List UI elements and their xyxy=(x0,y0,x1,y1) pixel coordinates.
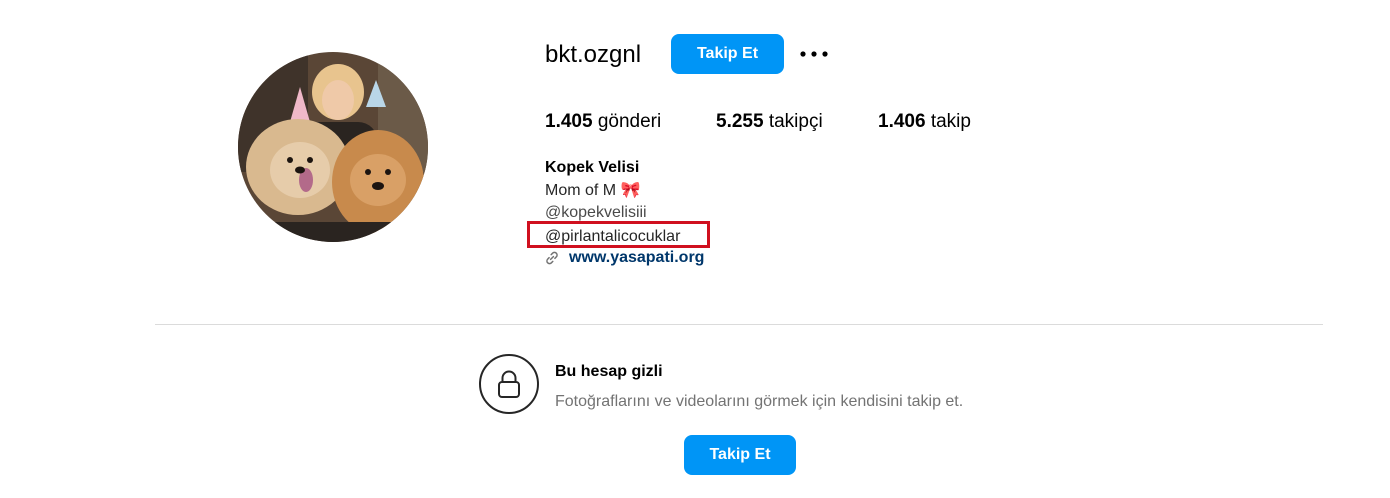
following-count: 1.406 xyxy=(878,111,926,132)
section-divider xyxy=(155,324,1323,325)
bio-mention-link[interactable]: @kopekvelisiii xyxy=(545,203,647,223)
lock-icon xyxy=(479,354,539,414)
bio-description: Mom of M 🎀 xyxy=(545,182,641,199)
following-label: takip xyxy=(930,111,971,132)
follow-button-bottom[interactable]: Takip Et xyxy=(684,435,796,475)
profile-username: bkt.ozgnl xyxy=(545,41,642,68)
avatar-photo xyxy=(238,52,428,242)
followers-count: 5.255 xyxy=(716,111,764,132)
link-icon xyxy=(545,251,559,265)
posts-label: gönderi xyxy=(597,111,662,132)
bio-external-link[interactable]: www.yasapati.org xyxy=(545,248,704,268)
profile-avatar[interactable] xyxy=(238,52,428,242)
website-link[interactable]: www.yasapati.org xyxy=(569,248,704,268)
stat-posts: 1.405 gönderi xyxy=(545,110,661,134)
posts-count: 1.405 xyxy=(545,111,593,132)
stat-followers[interactable]: 5.255 takipçi xyxy=(716,110,823,134)
private-account-subtitle: Fotoğraflarını ve videolarını görmek içi… xyxy=(555,393,964,410)
stat-following[interactable]: 1.406 takip xyxy=(878,110,971,134)
more-options-icon[interactable] xyxy=(797,40,831,68)
highlight-box xyxy=(527,221,710,248)
followers-label: takipçi xyxy=(768,111,823,132)
follow-button[interactable]: Takip Et xyxy=(671,34,784,74)
bio-name: Kopek Velisi xyxy=(545,159,640,176)
private-account-title: Bu hesap gizli xyxy=(555,363,663,380)
